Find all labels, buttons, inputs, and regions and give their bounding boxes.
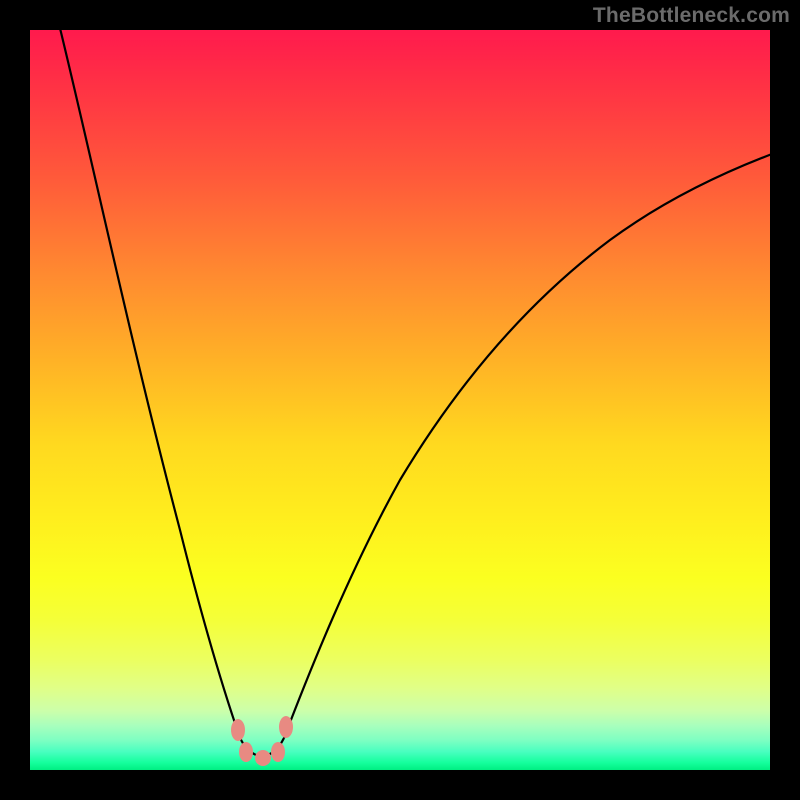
watermark: TheBottleneck.com xyxy=(593,4,790,28)
valley-nub-left-top xyxy=(231,719,245,741)
curve-left-branch xyxy=(58,20,240,738)
valley-nub-mid xyxy=(255,750,271,766)
curve-right-branch xyxy=(284,154,772,738)
curve-layer xyxy=(30,30,770,770)
valley-nub-right-bot xyxy=(271,742,285,762)
valley-nub-left-bot xyxy=(239,742,253,762)
valley-nub-right-top xyxy=(279,716,293,738)
chart-frame: TheBottleneck.com xyxy=(0,0,800,800)
plot-area xyxy=(30,30,770,770)
